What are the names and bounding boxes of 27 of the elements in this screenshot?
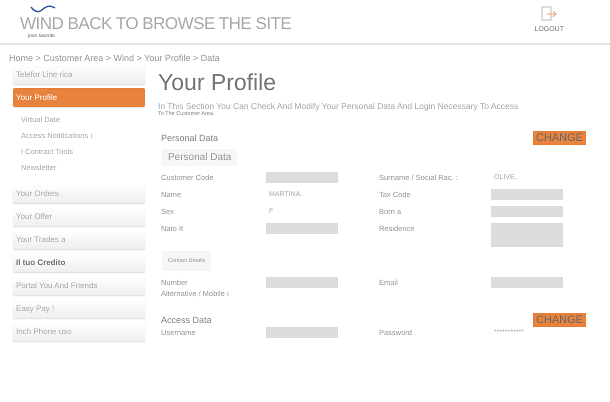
redacted-value [266,172,338,183]
section-heading: Access Data [161,315,212,325]
back-to-site-link[interactable]: WIND BACK TO BROWSE THE SITE [20,15,292,33]
sidebar-item[interactable]: Inch Phone uso [13,322,145,341]
sidebar-item[interactable]: Your Offer [13,207,145,226]
wave-logo-icon [30,5,56,15]
redacted-value [491,223,563,247]
sidebar-item[interactable]: Il tuo Credito [13,253,145,272]
change-button[interactable]: CHANGE [532,313,586,327]
sidebar-item[interactable]: Your Trades a [13,230,145,249]
redacted-value [266,223,338,234]
redacted-value [491,206,563,217]
sidebar-item[interactable]: Telefor Line rica [13,65,145,84]
sidebar-item[interactable]: Your Profile [13,88,145,107]
page-title: Your Profile [158,69,278,95]
section-heading: Personal Data [161,133,218,143]
change-button[interactable]: CHANGE [532,131,586,145]
redacted-value [266,327,338,338]
sidebar-item[interactable]: Easy Pay ! [13,299,145,318]
logout-icon [541,6,558,22]
redacted-value [491,189,563,200]
redacted-value [266,277,338,288]
intro-text: In This Section You Can Check And Modify Your Personal Data And Login Necessary To Access [158,101,520,111]
redacted-value [491,277,563,288]
sidebar-item[interactable]: Portal You And Friends [13,276,145,295]
breadcrumb: Home > Customer Area > Wind > Your Profile > Data [8,52,221,65]
sidebar-item[interactable]: Your Orders [13,184,145,203]
